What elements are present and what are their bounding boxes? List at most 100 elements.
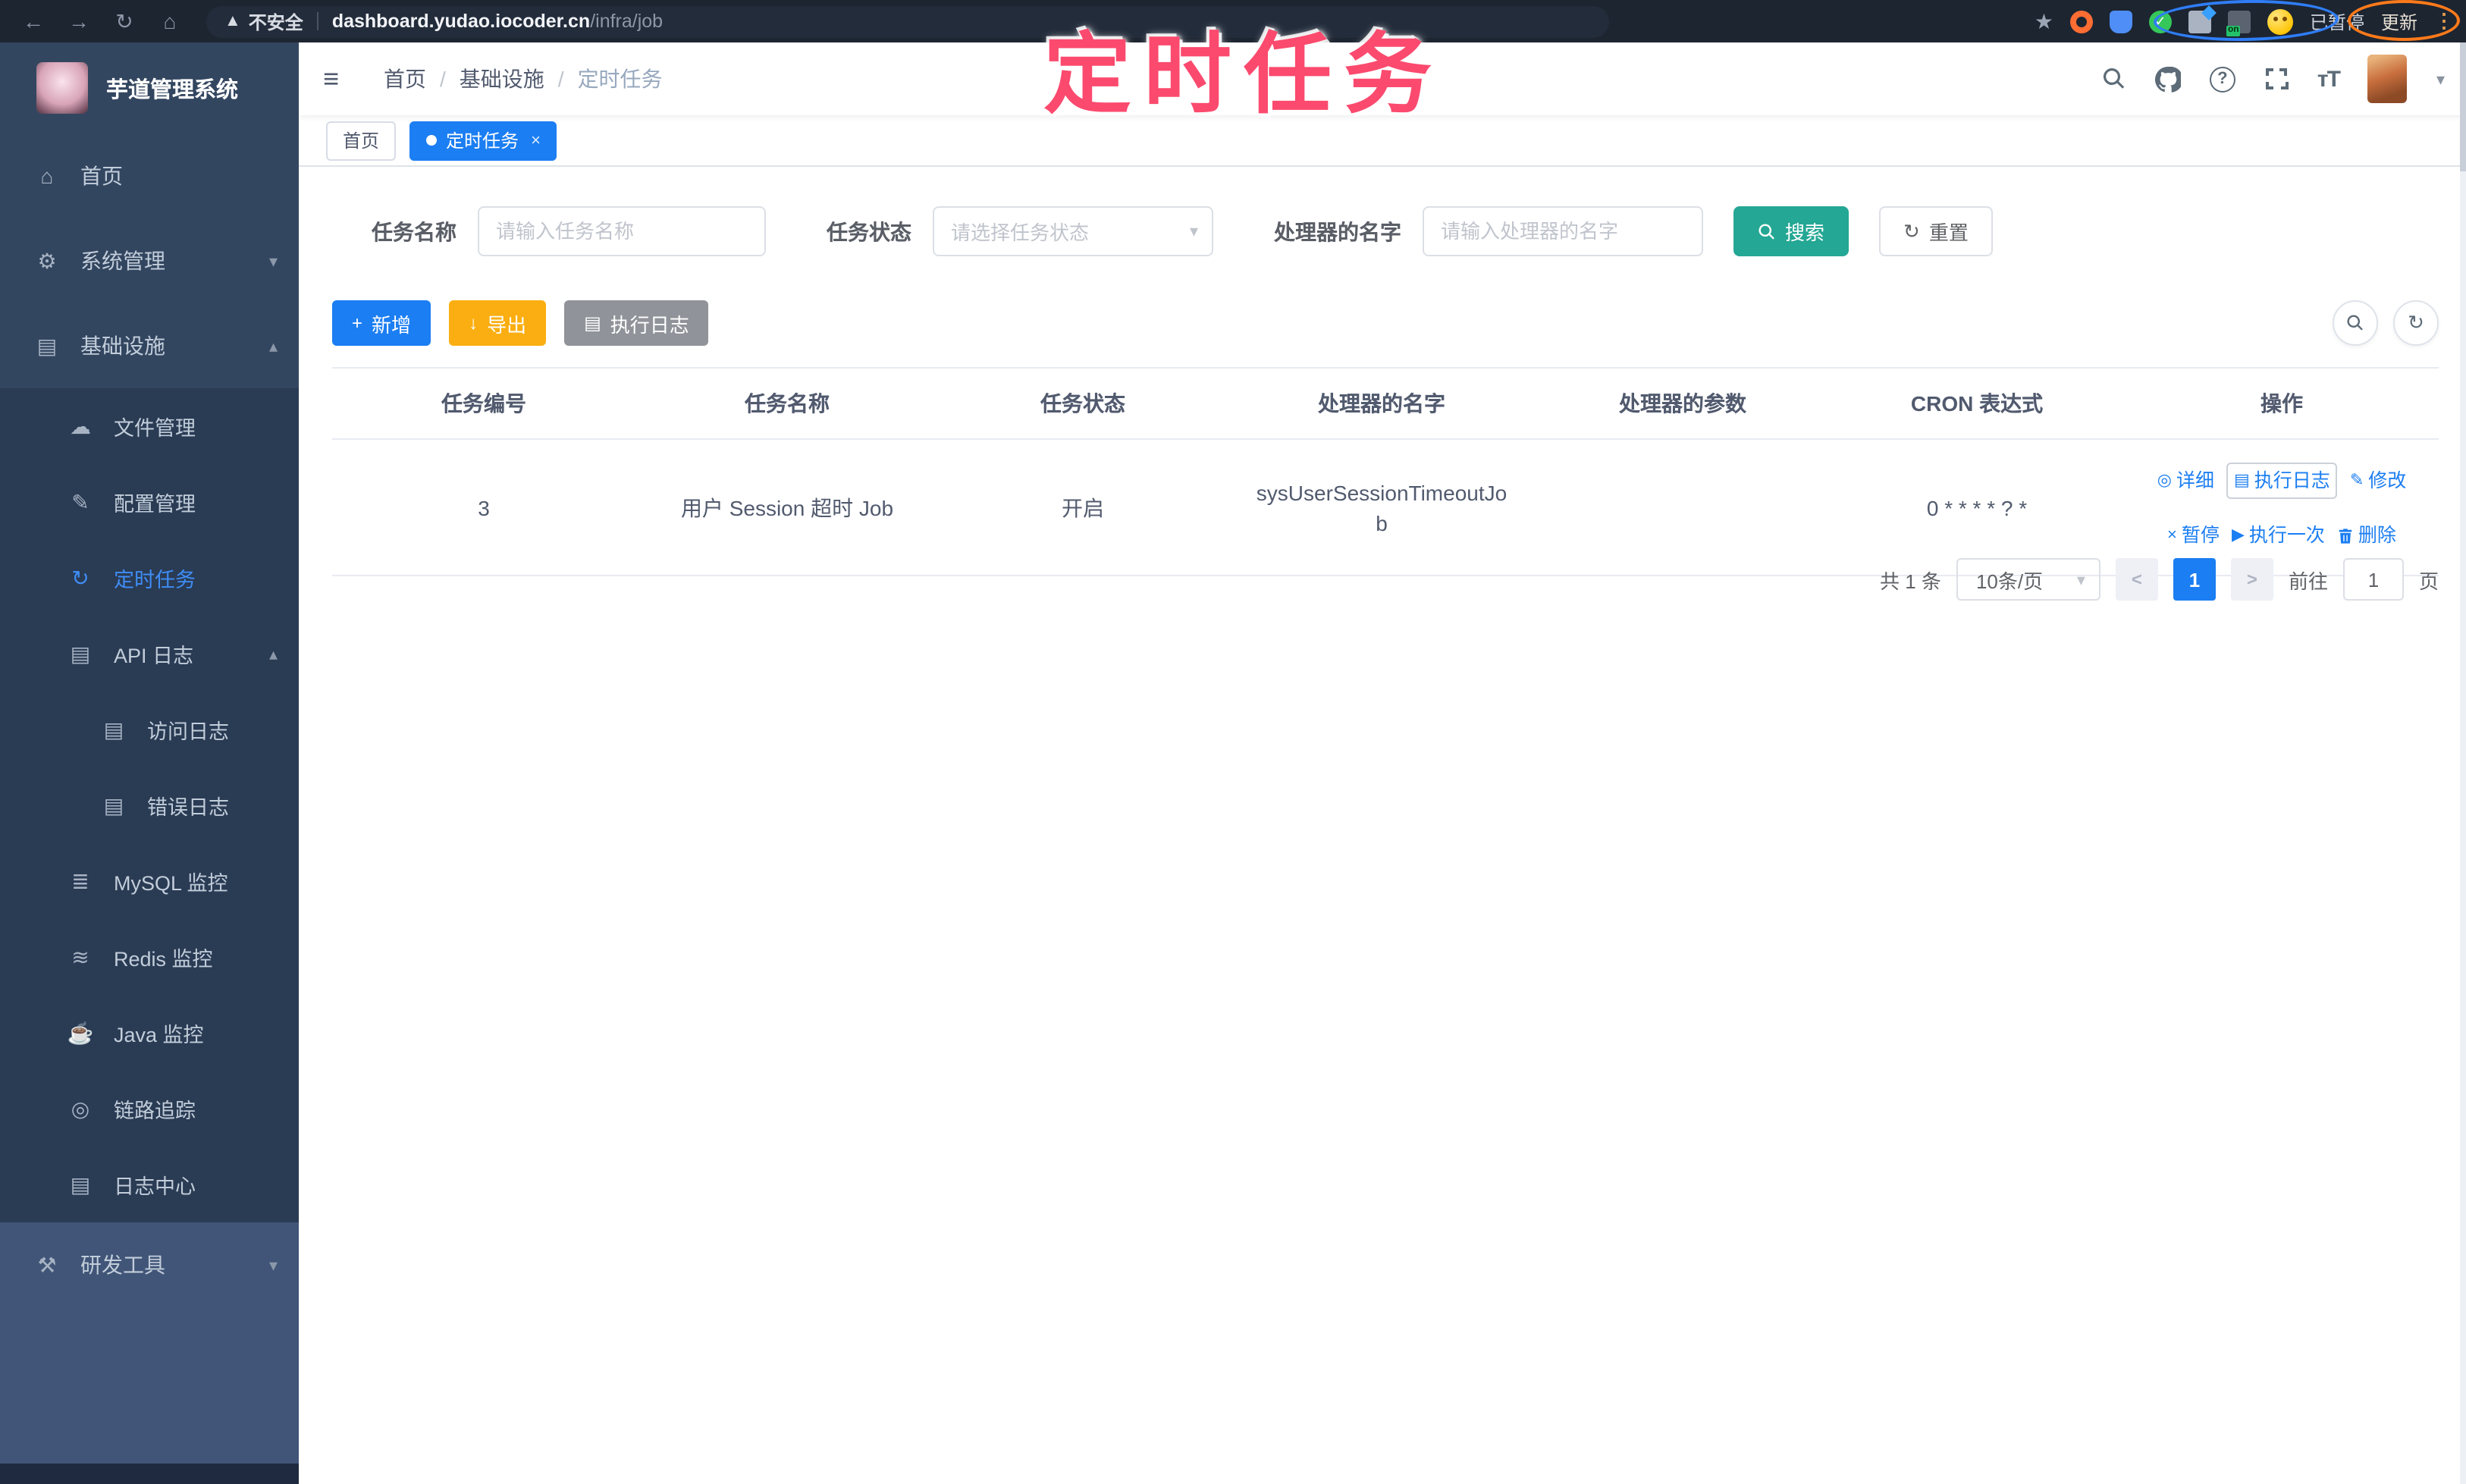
search-button[interactable]: 搜索 (1733, 206, 1850, 256)
job-name-label: 任务名称 (372, 219, 456, 243)
watermark-annotation: 定时任务 (1043, 26, 1445, 124)
sidebar-item-log-center[interactable]: ▤ 日志中心 (0, 1147, 299, 1222)
pencil-icon: ✎ (2349, 471, 2364, 490)
sidebar-item-label: 访问日志 (147, 720, 229, 743)
execution-log-button[interactable]: ▤ 执行日志 (564, 300, 709, 346)
sidebar-item-infra[interactable]: ▤ 基础设施 ▴ (0, 303, 299, 388)
delete-link[interactable]: 删除 (2337, 519, 2396, 553)
chevron-down-icon: ▾ (2076, 571, 2085, 589)
warning-icon: ▲ (224, 12, 241, 30)
export-button[interactable]: ↓ 导出 (449, 300, 547, 346)
edit-link[interactable]: ✎ 修改 (2350, 464, 2406, 497)
breadcrumb-infra[interactable]: 基础设施 (460, 64, 544, 94)
sidebar-item-config-manage[interactable]: ✎ 配置管理 (0, 464, 299, 540)
pause-link[interactable]: × 暂停 (2167, 519, 2220, 553)
sidebar-item-access-log[interactable]: ▤ 访问日志 (0, 692, 299, 767)
hamburger-icon[interactable]: ≡ (323, 63, 359, 95)
goto-label: 前往 (2288, 569, 2328, 592)
search-icon[interactable] (2102, 67, 2126, 91)
job-name-input[interactable] (496, 220, 748, 243)
app-logo-row[interactable]: 芋道管理系统 (0, 42, 299, 133)
sidebar-item-label: 错误日志 (147, 796, 229, 819)
sidebar-item-redis-monitor[interactable]: ≋ Redis 监控 (0, 919, 299, 995)
current-page-button[interactable]: 1 (2173, 558, 2216, 601)
extension-icon[interactable] (2069, 10, 2093, 33)
sidebar-item-dev-tools[interactable]: ⚒ 研发工具 ▾ (0, 1222, 299, 1307)
home-icon[interactable]: ⌂ (158, 9, 182, 33)
toggle-search-button[interactable] (2333, 300, 2378, 346)
breadcrumb-separator: / (557, 67, 564, 91)
font-size-icon[interactable]: ᴛT (2317, 66, 2341, 92)
chevron-down-icon[interactable]: ▾ (2436, 69, 2445, 89)
cell-handler: sysUserSessionTimeoutJob (1227, 440, 1536, 575)
download-icon: ↓ (469, 312, 478, 334)
url-host: dashboard.yudao.iocoder.cn (331, 11, 591, 32)
sidebar-item-trace[interactable]: ◎ 链路追踪 (0, 1071, 299, 1147)
next-page-button[interactable]: > (2230, 558, 2273, 601)
handler-name-label: 处理器的名字 (1274, 219, 1401, 243)
handler-name-input[interactable] (1441, 220, 1685, 243)
logo-image (36, 62, 88, 114)
reset-button-label: 重置 (1928, 221, 1969, 244)
filter-form: 任务名称 任务状态 请选择任务状态 ▾ 处理器的名字 搜索 (372, 206, 1993, 256)
sidebar-item-system[interactable]: ⚙ 系统管理 ▾ (0, 218, 299, 303)
chevron-down-icon: ▾ (268, 253, 278, 271)
sidebar-item-home[interactable]: ⌂ 首页 (0, 133, 299, 218)
tab-scheduled-job[interactable]: 定时任务 × (409, 121, 557, 160)
gear-icon: ⚙ (37, 248, 57, 272)
tab-home[interactable]: 首页 (326, 121, 397, 160)
back-icon[interactable]: ← (21, 9, 45, 33)
sidebar-item-java-monitor[interactable]: ☕ Java 监控 (0, 995, 299, 1071)
prev-page-button[interactable]: < (2115, 558, 2158, 601)
sidebar-item-label: 定时任务 (114, 569, 196, 591)
bookmark-star-icon[interactable]: ★ (2035, 9, 2053, 33)
clock-icon: ↻ (71, 565, 89, 589)
scrollbar-thumb[interactable] (2460, 42, 2466, 171)
security-label[interactable]: 不安全 (249, 8, 303, 34)
goto-page-input[interactable] (2342, 558, 2404, 601)
log-icon: ▤ (70, 641, 91, 665)
sidebar-item-file-manage[interactable]: ☁ 文件管理 (0, 388, 299, 464)
col-header-name: 任务名称 (745, 391, 830, 416)
scrollbar[interactable] (2460, 42, 2466, 1484)
sidebar-item-label: Redis 监控 (114, 948, 213, 971)
reload-icon[interactable]: ↻ (112, 8, 136, 34)
run-once-link[interactable]: ▶ 执行一次 (2232, 519, 2325, 553)
fullscreen-icon[interactable] (2264, 67, 2289, 91)
sidebar-item-api-log[interactable]: ▤ API 日志 ▴ (0, 616, 299, 692)
chevron-down-icon: ▾ (1189, 223, 1198, 241)
handler-name-input-wrap (1423, 206, 1703, 256)
cell-id: 3 (478, 495, 490, 519)
eye-icon: ◎ (2157, 471, 2172, 490)
page-size-select[interactable]: 10条/页 ▾ (1956, 558, 2100, 601)
tab-label: 首页 (343, 130, 380, 152)
help-icon[interactable]: ? (2209, 66, 2235, 92)
sidebar-item-label: 链路追踪 (114, 1100, 196, 1122)
list-icon: ▤ (584, 312, 601, 334)
forward-icon[interactable]: → (67, 9, 91, 33)
github-icon[interactable] (2154, 66, 2181, 92)
add-button[interactable]: + 新增 (332, 300, 431, 346)
log-icon: ▤ (103, 792, 124, 817)
extension-icon[interactable] (2109, 10, 2132, 33)
sidebar-item-error-log[interactable]: ▤ 错误日志 (0, 767, 299, 843)
detail-label: 详细 (2176, 469, 2214, 491)
job-name-input-wrap (478, 206, 766, 256)
job-status-select[interactable]: 请选择任务状态 ▾ (933, 206, 1213, 256)
breadcrumb-home[interactable]: 首页 (384, 64, 426, 94)
col-header-param: 处理器的参数 (1619, 391, 1746, 416)
page-unit-label: 页 (2418, 569, 2439, 592)
avatar[interactable] (2367, 55, 2408, 103)
sidebar-item-scheduled-job[interactable]: ↻ 定时任务 (0, 540, 299, 616)
play-icon: ▶ (2231, 526, 2245, 545)
cell-cron: 0 * * * * ? * (1926, 495, 2028, 519)
refresh-button[interactable]: ↻ (2393, 300, 2439, 346)
run-log-link[interactable]: ▤ 执行日志 (2226, 462, 2338, 499)
close-icon[interactable]: × (531, 131, 541, 149)
reset-button[interactable]: ↻ 重置 (1879, 206, 1993, 256)
total-count: 共 1 条 (1880, 569, 1941, 592)
table-header-row: 任务编号 任务名称 任务状态 处理器的名字 处理器的参数 CRON 表达式 操作 (332, 369, 2439, 440)
add-button-label: 新增 (372, 313, 412, 336)
detail-link[interactable]: ◎ 详细 (2157, 464, 2214, 497)
sidebar-item-mysql-monitor[interactable]: ≣ MySQL 监控 (0, 843, 299, 919)
